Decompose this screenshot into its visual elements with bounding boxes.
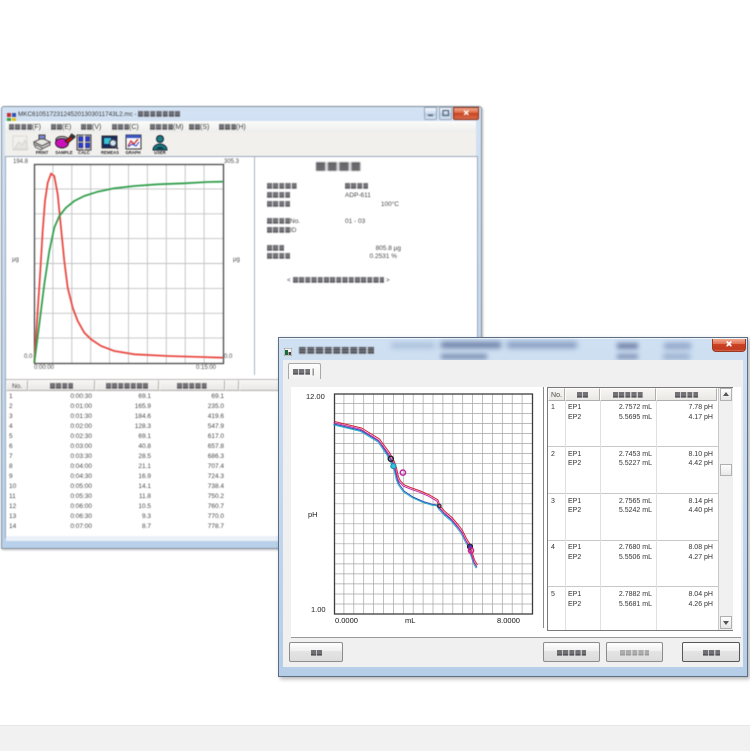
svg-text:GRAPH: GRAPH	[125, 150, 140, 155]
svg-text:REMEAS: REMEAS	[101, 150, 119, 155]
svg-text:PRINT: PRINT	[36, 150, 49, 155]
svg-text:CALC: CALC	[78, 150, 90, 155]
svg-text:USER: USER	[154, 150, 166, 155]
svg-text:SAMPLE: SAMPLE	[55, 150, 73, 155]
